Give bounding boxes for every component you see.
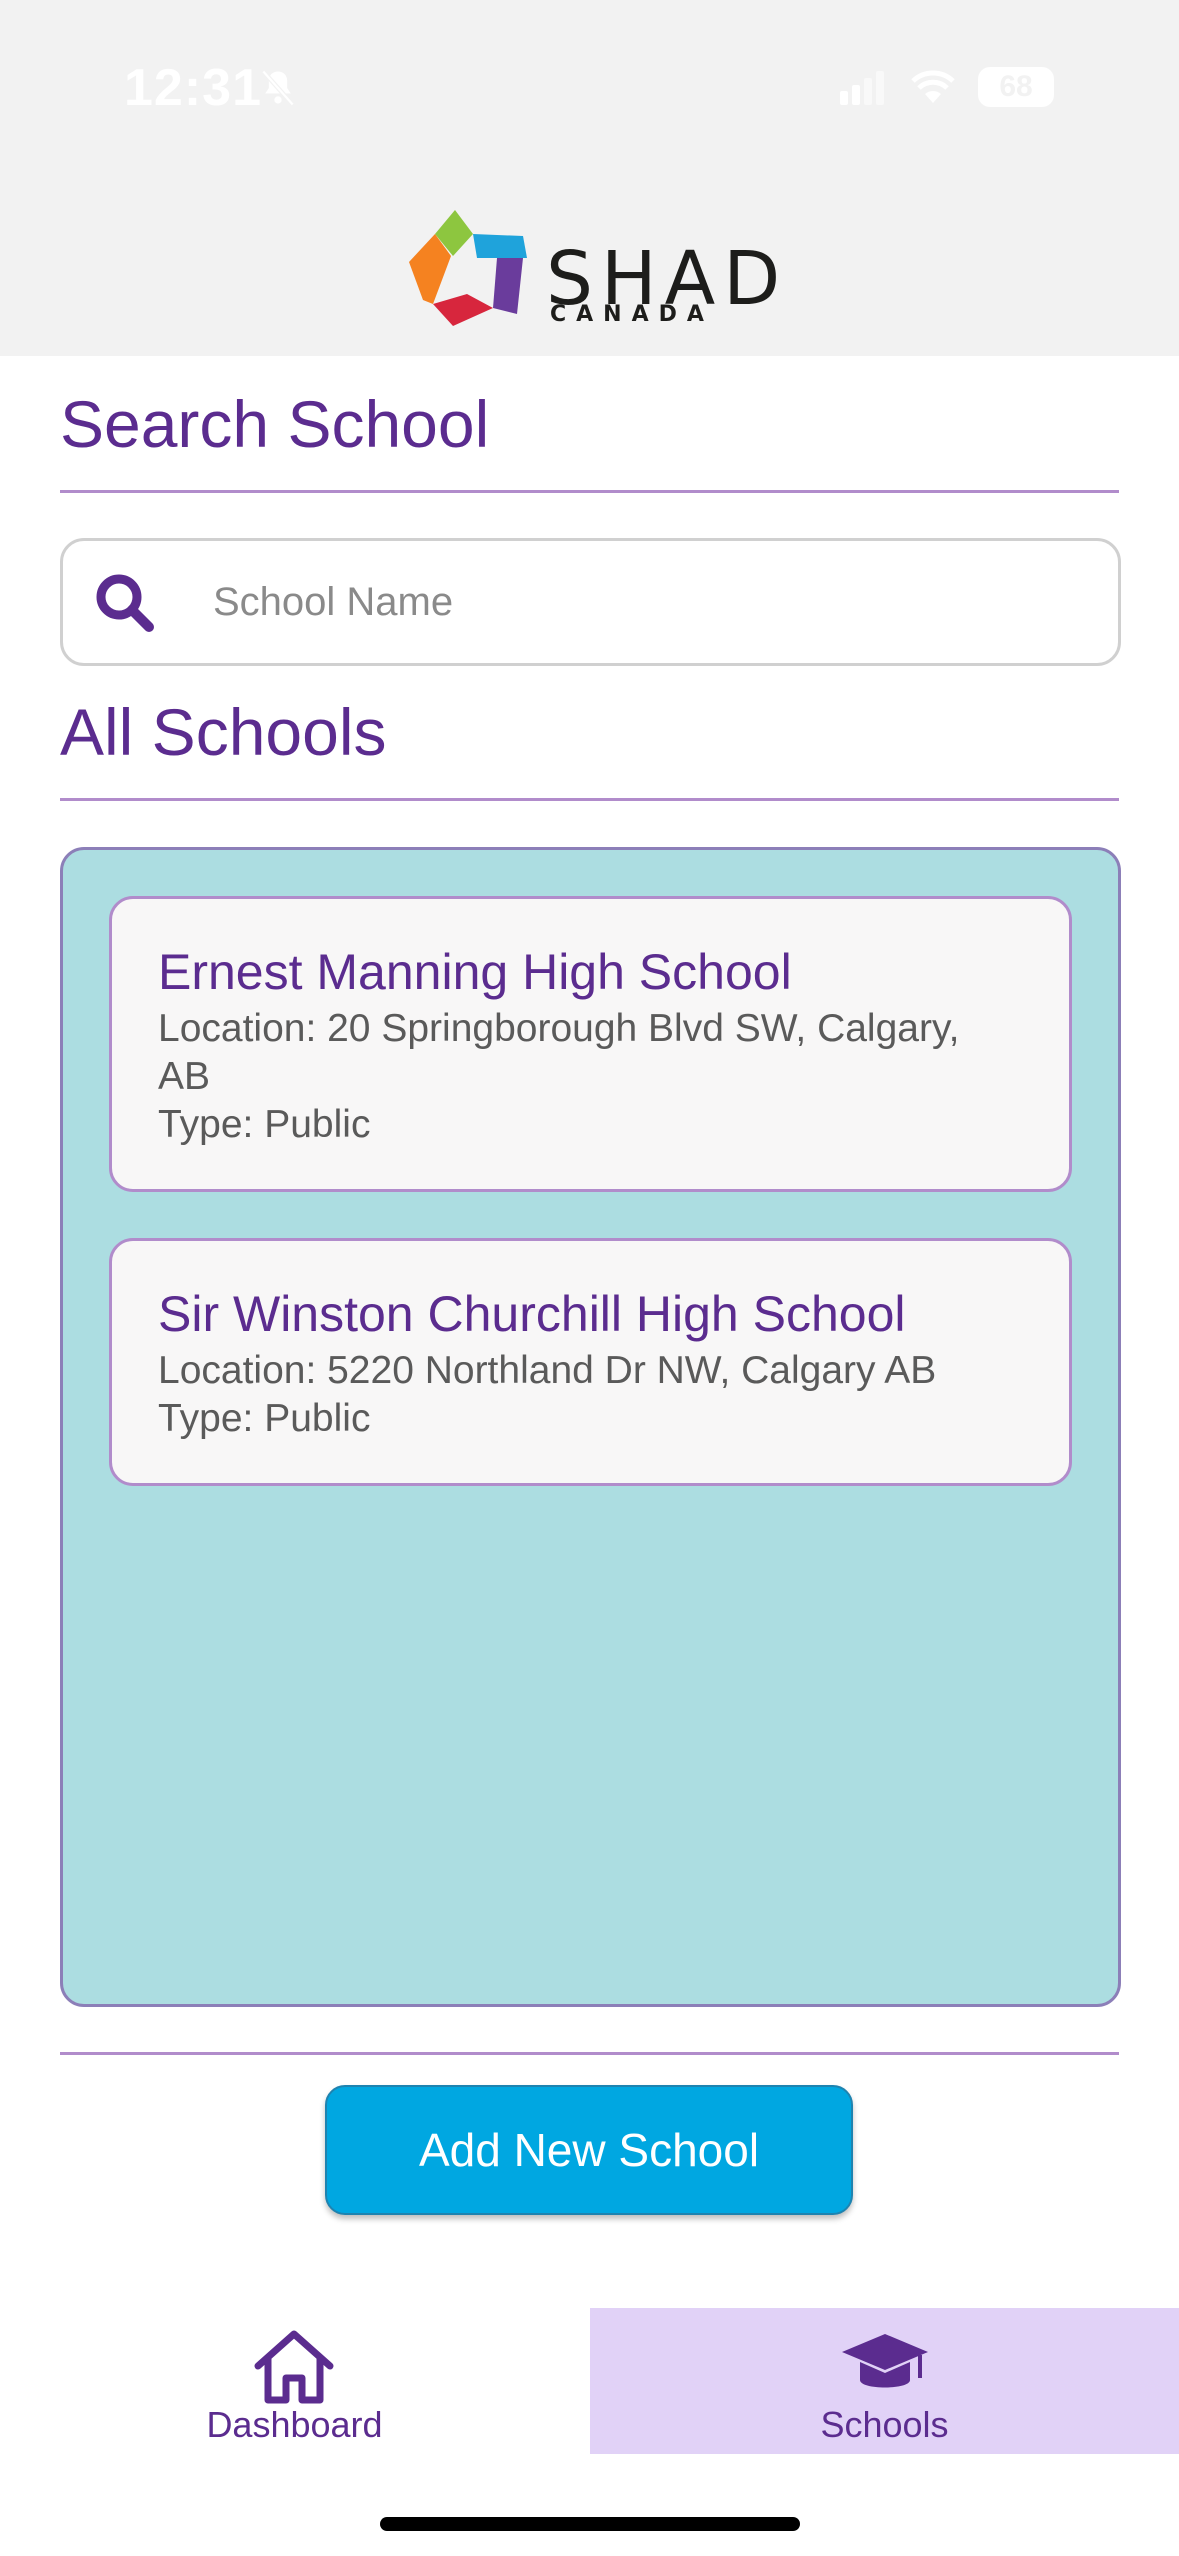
tab-schools[interactable]: Schools (590, 2308, 1179, 2454)
status-icons: 68 (840, 62, 1054, 112)
app-header: 12:31 68 SHAD CANADA (0, 0, 1179, 356)
add-new-school-button[interactable]: Add New School (325, 2085, 853, 2215)
school-card[interactable]: Ernest Manning High School Location: 20 … (109, 896, 1072, 1192)
divider (60, 2052, 1119, 2055)
home-indicator[interactable] (380, 2517, 800, 2531)
tab-dashboard-label: Dashboard (206, 2404, 383, 2445)
bell-muted-icon (261, 69, 295, 107)
school-location: Location: 20 Springborough Blvd SW, Calg… (158, 1007, 960, 1050)
battery-indicator: 68 (978, 67, 1054, 107)
search-input[interactable] (211, 561, 1075, 643)
school-location-cont: AB (158, 1055, 211, 1098)
all-schools-title: All Schools (60, 695, 387, 769)
school-type: Type: Public (158, 1397, 371, 1440)
wifi-icon (911, 70, 955, 103)
status-time: 12:31 (124, 59, 262, 117)
school-name: Sir Winston Churchill High School (158, 1286, 906, 1342)
school-card[interactable]: Sir Winston Churchill High School Locati… (109, 1238, 1072, 1486)
tab-dashboard[interactable]: Dashboard (0, 2308, 589, 2454)
school-list[interactable]: Ernest Manning High School Location: 20 … (60, 847, 1121, 2007)
brand-subtitle: CANADA (550, 302, 714, 327)
school-type: Type: Public (158, 1103, 371, 1146)
cellular-signal-icon (840, 71, 884, 105)
divider (60, 490, 1119, 493)
search-section-title: Search School (60, 387, 490, 461)
home-icon (254, 2330, 334, 2404)
school-name: Ernest Manning High School (158, 944, 792, 1000)
graduation-cap-icon (842, 2334, 928, 2388)
school-location: Location: 5220 Northland Dr NW, Calgary … (158, 1349, 937, 1392)
search-icon (96, 574, 154, 632)
search-field[interactable] (60, 538, 1121, 666)
tab-schools-label: Schools (820, 2404, 949, 2445)
divider (60, 798, 1119, 801)
